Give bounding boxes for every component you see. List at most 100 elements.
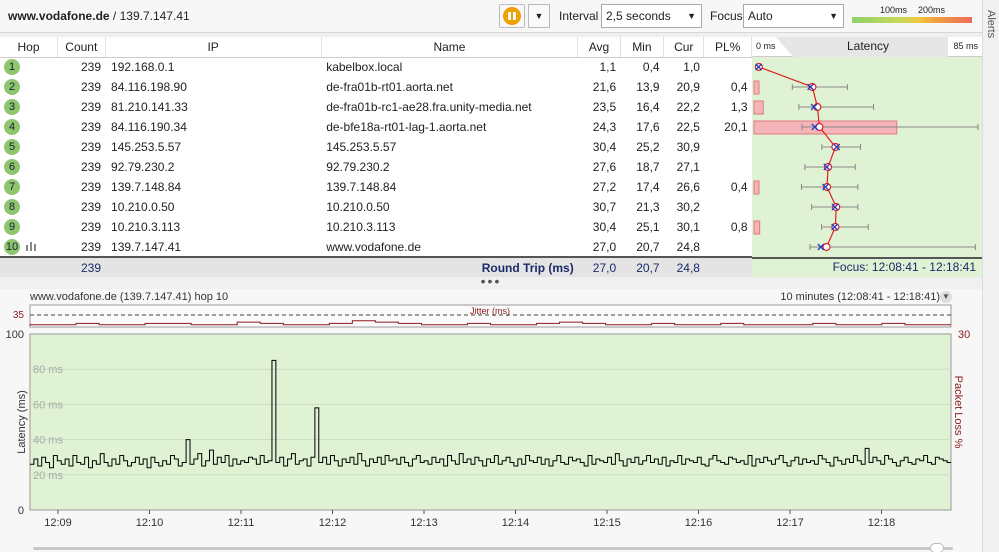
hop-count: 239 [81,180,102,194]
hop-cell: 9 [0,217,58,237]
col-avg[interactable]: Avg [577,37,621,58]
jitter-label: Jitter (ms) [470,306,510,316]
hop-cell: 5 [0,137,58,157]
hop-avg: 27,2 [592,180,617,194]
table-row[interactable]: 2 239 84.116.198.90 de-fra01b-rt01.aorta.ne… [0,77,752,97]
chevron-down-icon: ▼ [829,11,838,21]
col-hop[interactable]: Hop [0,37,59,58]
graph-icon[interactable] [26,240,36,251]
interval-value: 2,5 seconds [606,9,671,23]
hop-ip: 10.210.0.50 [111,200,175,214]
rt-count: 239 [57,256,106,277]
y-tick-label: 60 ms [33,399,63,411]
table-row[interactable]: 9 239 10.210.3.113 10.210.3.113 30,4 25,1 30,1… [0,217,752,237]
target-host[interactable]: www.vodafone.de [8,9,110,23]
chevron-down-icon[interactable]: ▼ [940,291,952,303]
table-row[interactable]: 10 239 139.7.147.41 www.vodafone.de 27,0 20,7… [0,237,752,257]
latency-title: Latency [847,39,890,53]
timeline-chart-panel: Jitter (ms) 35 100 80 ms 60 ms 40 ms 20 ms 0 30 L… [0,289,982,552]
hop-cur: 1,0 [683,60,700,75]
col-cur[interactable]: Cur [663,37,705,58]
table-row[interactable]: 4 239 84.116.190.34 de-bfe18a-rt01-lag-1.ao… [0,117,752,137]
y-axis-label-right: Packet Loss % [952,376,964,449]
pl-axis-max: 30 [958,329,970,341]
table-row[interactable]: 6 239 92.79.230.2 92.79.230.2 27,6 18,7 27,1 [0,157,752,177]
hop-ip: 81.210.141.33 [111,100,188,114]
hop-cur: 30,2 [676,200,700,214]
hop-name: 10.210.0.50 [326,200,390,214]
chart-time-range[interactable]: 10 minutes (12:08:41 - 12:18:41) [780,291,940,303]
focus-select[interactable]: Auto ▼ [743,4,844,28]
y-tick-label: 40 ms [33,435,63,447]
hop-ip: 84.116.198.90 [111,80,187,94]
hop-number: 2 [4,79,20,95]
pause-dropdown-button[interactable]: ▼ [528,4,550,28]
trace-table-panel: Hop Count IP Name Avg Min Cur PL% 1 239 19… [0,37,982,277]
hop-name: 92.79.230.2 [326,160,390,174]
alerts-label[interactable]: Alerts [985,10,997,38]
hop-cell: 2 [0,77,58,97]
pingplotter-window: www.vodafone.de / 139.7.147.41 ▼ Interva… [0,0,999,552]
focus-label: Focus [710,9,743,23]
hop-avg: 1,1 [599,60,617,75]
scrollbar-thumb[interactable] [930,543,944,552]
hop-count: 239 [81,239,102,254]
hop-avg: 30,7 [592,200,617,214]
hop-name: de-fra01b-rc1-ae28.fra.unity-media.net [326,100,532,114]
hop-count: 239 [81,220,102,234]
jitter-max-label: 35 [13,310,25,321]
panel-splitter[interactable]: ••• [0,274,982,289]
col-ip[interactable]: IP [105,37,322,58]
table-row[interactable]: 8 239 10.210.0.50 10.210.0.50 30,7 21,3 30,2 [0,197,752,217]
focus-value: Auto [748,9,773,23]
hop-count: 239 [81,140,102,154]
hop-pl [704,197,752,217]
table-row[interactable]: 7 239 139.7.148.84 139.7.148.84 27,2 17,4 26,6… [0,177,752,197]
table-row[interactable]: 1 239 192.168.0.1 kabelbox.local 1,1 0,4 1,0 [0,57,752,77]
hop-pl [704,137,752,157]
table-header: Hop Count IP Name Avg Min Cur PL% [0,37,752,58]
hop-min: 25,2 [636,140,660,154]
hop-cell: 3 [0,97,58,117]
legend-100ms: 100ms [880,5,908,15]
hop-ip: 139.7.147.41 [111,239,182,254]
hop-avg: 27,6 [592,160,617,174]
hop-cur: 20,9 [676,80,700,94]
hop-name: 139.7.148.84 [326,180,397,194]
latency-color-legend: 100ms 200ms [852,5,972,25]
horizontal-scrollbar[interactable] [33,547,953,550]
avg-marker [832,202,841,212]
hop-count: 239 [81,60,102,75]
col-pl[interactable]: PL% [703,37,752,58]
pause-button[interactable] [499,4,525,28]
hop-name: de-fra01b-rt01.aorta.net [326,80,453,94]
hop-count: 239 [81,100,102,114]
hop-min: 18,7 [636,160,660,174]
hop-cell: 8 [0,197,58,217]
packet-loss-bar [753,100,764,115]
hop-cur: 22,2 [676,100,700,114]
hop-cell: 4 [0,117,58,137]
hop-ip: 192.168.0.1 [111,60,175,75]
hop-min: 16,4 [636,100,660,114]
col-count[interactable]: Count [57,37,106,58]
hop-number: 3 [4,99,20,115]
alerts-sidebar[interactable]: Alerts [982,0,999,552]
col-min[interactable]: Min [620,37,665,58]
latency-min-label: 0 ms [756,41,776,51]
rt-avg: 27,0 [577,256,621,277]
packet-loss-bar [753,180,760,195]
plot-background [29,333,952,511]
x-tick-label: 12:11 [228,517,255,529]
y-tick-label: 100 [6,329,24,341]
col-name[interactable]: Name [321,37,579,58]
interval-select[interactable]: 2,5 seconds ▼ [601,4,702,28]
hop-avg: 27,0 [592,239,617,254]
table-row[interactable]: 5 239 145.253.5.57 145.253.5.57 30,4 25,2 30,9 [0,137,752,157]
table-row[interactable]: 3 239 81.210.141.33 de-fra01b-rc1-ae28.fra.… [0,97,752,117]
timeline-chart[interactable]: Jitter (ms) 35 100 80 ms 60 ms 40 ms 20 ms 0 30 L… [0,289,982,552]
hop-count: 239 [81,160,102,174]
x-tick-label: 12:09 [44,517,72,529]
hop-ip: 145.253.5.57 [111,140,182,154]
hop-name: kabelbox.local [326,60,403,75]
